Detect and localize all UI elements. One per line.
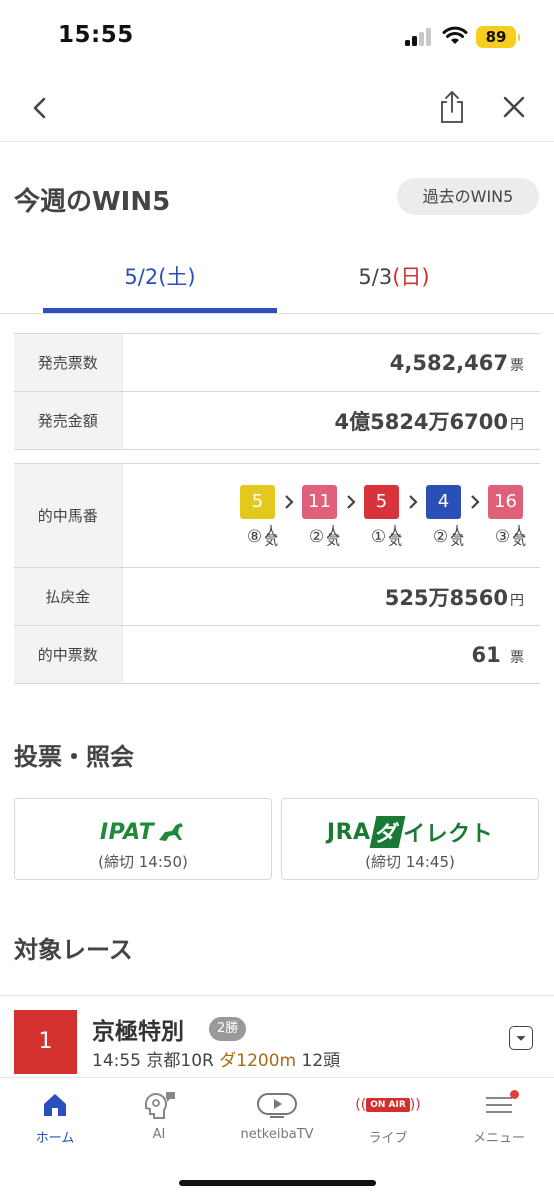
ipat-deadline: (締切 14:50)	[98, 853, 188, 871]
past-win5-button[interactable]: 過去のWIN5	[397, 178, 539, 215]
page-title: 今週のWIN5	[14, 187, 171, 217]
horse-popularity: ② 人気	[308, 524, 341, 549]
target-races-title: 対象レース	[14, 936, 133, 964]
winning-horse: 5 ⑧ 人気	[240, 484, 279, 549]
chevron-right-icon	[400, 485, 426, 519]
tickets-label: 発売票数	[14, 333, 123, 392]
race-class-badge: 2勝	[209, 1017, 247, 1041]
race-row[interactable]: 1 京極特別 2勝 14:55 京都10R ダ1200m 12頭	[0, 995, 554, 1077]
home-icon	[44, 1094, 66, 1116]
horse-number: 5	[364, 484, 399, 519]
horse-popularity: ③ 人気	[494, 524, 527, 549]
tv-play-icon	[257, 1093, 297, 1118]
result-table: 的中馬番 5 ⑧ 人気 11 ② 人気 5 ① 人気 4 ② 人気 16 ③ 人気 払戻金 525万8560…	[14, 463, 540, 684]
horse-popularity: ② 人気	[432, 524, 465, 549]
date-tabs: 5/2(土) 5/3(日)	[0, 244, 554, 314]
tabbar-ai[interactable]: AI	[104, 1088, 214, 1142]
chevron-right-icon	[462, 485, 488, 519]
vote-section-title: 投票・照会	[14, 743, 134, 771]
winners-label: 的中馬番	[14, 463, 123, 568]
sales-table: 発売票数 4,582,467 票 発売金額 4億5824万6700 円	[14, 333, 540, 450]
signal-icon	[405, 28, 435, 46]
menu-icon	[486, 1097, 512, 1113]
horse-icon	[159, 823, 184, 841]
chevron-right-icon	[338, 485, 364, 519]
jra-direct-logo: JRA ダイレクト	[282, 816, 538, 848]
home-indicator	[179, 1180, 376, 1186]
tab-date: 5/3	[358, 265, 393, 289]
tabbar-netkeibatv[interactable]: netkeibaTV	[222, 1088, 332, 1142]
hit-count-label: 的中票数	[14, 625, 123, 684]
broadcast-icon: ((	[355, 1097, 367, 1113]
winning-horse: 4 ② 人気	[426, 484, 465, 549]
close-icon[interactable]	[500, 93, 528, 121]
wifi-icon	[442, 26, 468, 44]
horse-number: 16	[488, 484, 523, 519]
battery-icon: 89	[476, 26, 520, 48]
race-number: 1	[14, 1010, 77, 1074]
tabbar-home[interactable]: ホーム	[0, 1088, 110, 1146]
notification-dot	[510, 1090, 519, 1099]
tab-active-indicator	[43, 308, 277, 313]
jra-deadline: (締切 14:45)	[365, 853, 455, 871]
amount-value: 4億5824万6700 円	[122, 391, 540, 450]
share-icon[interactable]	[437, 90, 467, 124]
horse-popularity: ⑧ 人気	[246, 524, 279, 549]
ipat-logo: IPAT	[15, 818, 271, 846]
winning-horses: 5 ⑧ 人気 11 ② 人気 5 ① 人気 4 ② 人気 16 ③ 人気	[122, 463, 540, 568]
winning-horse: 5 ① 人気	[364, 484, 403, 549]
race-info: 14:55 京都10R ダ1200m 12頭	[92, 1051, 341, 1071]
on-air-badge: ON AIR	[366, 1098, 410, 1112]
status-bar: 15:55 89	[0, 0, 554, 74]
tab-date: 5/2	[124, 265, 159, 289]
payout-value: 525万8560 円	[122, 567, 540, 626]
horse-number: 4	[426, 484, 461, 519]
tab-saturday[interactable]: 5/2(土)	[43, 244, 277, 314]
ai-head-icon	[145, 1092, 175, 1119]
tickets-value: 4,582,467 票	[122, 333, 540, 392]
horse-popularity: ① 人気	[370, 524, 403, 549]
race-name: 京極特別	[92, 1019, 184, 1045]
winning-horse: 11 ② 人気	[302, 484, 341, 549]
nav-bar	[0, 74, 554, 142]
horse-number: 11	[302, 484, 337, 519]
back-icon[interactable]	[26, 94, 54, 122]
amount-label: 発売金額	[14, 391, 123, 450]
horse-number: 5	[240, 484, 275, 519]
payout-label: 払戻金	[14, 567, 123, 626]
ipat-button[interactable]: IPAT (締切 14:50)	[14, 798, 272, 880]
status-time: 15:55	[58, 22, 134, 48]
tabbar-menu[interactable]: メニュー	[444, 1088, 554, 1146]
winning-horse: 16 ③ 人気	[488, 484, 527, 549]
tabbar-live[interactable]: (( ON AIR )) ライブ	[333, 1088, 443, 1146]
tab-sunday[interactable]: 5/3(日)	[277, 244, 511, 314]
chevron-right-icon	[276, 485, 302, 519]
chevron-down-icon[interactable]	[509, 1026, 533, 1050]
tab-day: (土)	[158, 265, 196, 289]
tab-day: (日)	[392, 265, 430, 289]
jra-direct-button[interactable]: JRA ダイレクト (締切 14:45)	[281, 798, 539, 880]
hit-count-value: 61 票	[122, 625, 540, 684]
